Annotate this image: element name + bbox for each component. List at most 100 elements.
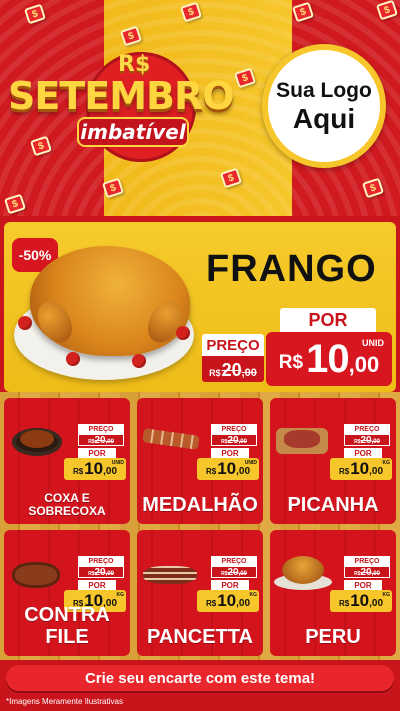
new-price: UNID R$ 10,00 (64, 458, 126, 480)
old-price-integer: 20 (221, 360, 242, 380)
product-name: CONTRA FILE (24, 604, 110, 648)
old-price: R$ 20,00 (78, 434, 124, 446)
old-price-label: PREÇO (344, 556, 390, 566)
old-price: R$ 20,00 (344, 566, 390, 578)
logo-line-2: Aqui (292, 102, 356, 134)
old-price-cents: ,00 (371, 439, 380, 445)
roast-turkey-image (282, 556, 324, 584)
product-card[interactable]: PREÇO R$ 20,00 POR KG R$ 10,00 CONTRA FILE (4, 530, 130, 656)
featured-product-name: FRANGO (206, 248, 377, 290)
chicken-thigh-image (20, 430, 54, 448)
tomato-garnish (132, 354, 146, 368)
new-price-label: POR (344, 448, 382, 458)
new-price-cents: ,00 (369, 466, 384, 477)
old-price-cents: ,00 (238, 439, 247, 445)
product-name: PERU (305, 626, 361, 648)
old-price-integer: 20 (360, 435, 372, 446)
tomato-garnish (18, 316, 32, 330)
old-price-integer: 20 (227, 567, 239, 578)
old-price-cents: ,00 (238, 571, 247, 577)
price-unit: KG (382, 460, 391, 466)
old-price: R$ 20 ,00 (202, 356, 264, 382)
steak-image (12, 562, 60, 588)
old-price-label: PREÇO (78, 424, 124, 434)
new-price-integer: 10 (84, 459, 104, 478)
flyer-page: $ $ $ $ $ $ $ $ $ $ $ R$ SETEMBRO imbatí… (0, 0, 400, 711)
new-price-currency: R$ (338, 466, 350, 476)
price-unit: KG (116, 592, 125, 598)
price-unit: KG (249, 592, 258, 598)
product-name: PICANHA (287, 494, 379, 516)
new-price: UNID R$ 10,00 (197, 458, 259, 480)
new-price-label: POR (344, 580, 382, 590)
price-unit: UNID (362, 338, 384, 348)
old-price-cents: ,00 (371, 571, 380, 577)
new-price: KG R$ 10,00 (330, 458, 392, 480)
pancetta-image (143, 566, 197, 584)
new-price-currency: R$ (205, 466, 217, 476)
new-price-currency: R$ (338, 598, 350, 608)
old-price: R$ 20,00 (211, 566, 257, 578)
product-card[interactable]: PREÇO R$ 20,00 POR UNID R$ 10,00 COXA E SOB… (4, 398, 130, 524)
new-price-cents: ,00 (236, 598, 251, 609)
logo-placeholder[interactable]: Sua Logo Aqui (262, 44, 386, 168)
campaign-subtitle: imbatível (77, 117, 189, 147)
new-price-integer: 10 (217, 591, 237, 610)
header-banner: $ $ $ $ $ $ $ $ $ $ $ R$ SETEMBRO imbatí… (0, 0, 400, 216)
old-price-label: PREÇO (211, 556, 257, 566)
new-price-cents: ,00 (348, 352, 380, 377)
product-card[interactable]: PREÇO R$ 20,00 POR KG R$ 10,00 PERU (270, 530, 396, 656)
new-price-cents: ,00 (236, 466, 251, 477)
campaign-title: SETEMBRO (8, 74, 235, 118)
picanha-meat-image (284, 430, 320, 448)
old-price-cents: ,00 (241, 367, 257, 379)
product-name-line-1: COXA E (44, 490, 90, 505)
cta-button[interactable]: Crie seu encarte com este tema! (6, 665, 394, 691)
skewers-image (142, 428, 200, 450)
old-price-label: PREÇO (344, 424, 390, 434)
new-price-label: POR (78, 448, 116, 458)
logo-line-1: Sua Logo (276, 78, 372, 102)
product-name-line-2: SOBRECOXA (28, 503, 106, 518)
old-price-integer: 20 (94, 435, 106, 446)
price-unit: UNID (244, 460, 257, 466)
tomato-garnish (66, 352, 80, 366)
product-card[interactable]: PREÇO R$ 20,00 POR KG R$ 10,00 PICANHA (270, 398, 396, 524)
old-price-cents: ,00 (105, 439, 114, 445)
new-price-label: POR (211, 580, 249, 590)
old-price-label: PREÇO (78, 556, 124, 566)
old-price: R$ 20,00 (78, 566, 124, 578)
new-price-cents: ,00 (369, 598, 384, 609)
price-unit: KG (382, 592, 391, 598)
product-card[interactable]: PREÇO R$ 20,00 POR KG R$ 10,00 PANCETTA (137, 530, 263, 656)
product-card[interactable]: PREÇO R$ 20,00 POR UNID R$ 10,00 MEDALHÃO (137, 398, 263, 524)
price-unit: UNID (111, 460, 124, 466)
new-price-label: POR (78, 580, 116, 590)
old-price-label: PREÇO (202, 334, 264, 356)
old-price-cents: ,00 (105, 571, 114, 577)
old-price: R$ 20,00 (211, 434, 257, 446)
new-price: KG R$ 10,00 (197, 590, 259, 612)
new-price-cents: ,00 (103, 466, 118, 477)
old-price-integer: 20 (94, 567, 106, 578)
new-price-integer: 10 (350, 459, 370, 478)
new-price-currency: R$ (278, 352, 304, 373)
product-name: COXA E SOBRECOXA (4, 490, 130, 518)
new-price-currency: R$ (205, 598, 217, 608)
tomato-garnish (176, 326, 190, 340)
new-price-integer: 10 (306, 336, 349, 381)
new-price-integer: 10 (350, 591, 370, 610)
old-price-integer: 20 (227, 435, 239, 446)
old-price-label: PREÇO (211, 424, 257, 434)
old-price-integer: 20 (360, 567, 372, 578)
new-price-integer: 10 (217, 459, 237, 478)
new-price-label: POR (211, 448, 249, 458)
new-price-label: POR (280, 308, 376, 332)
product-name: PANCETTA (147, 626, 253, 648)
disclaimer-text: *Imagens Meramente Ilustrativas (6, 697, 123, 706)
new-price: UNID R$ 10 ,00 (266, 332, 392, 386)
old-price-currency: R$ (209, 368, 221, 378)
product-name: MEDALHÃO (142, 494, 258, 516)
new-price: KG R$ 10,00 (330, 590, 392, 612)
old-price: R$ 20,00 (344, 434, 390, 446)
